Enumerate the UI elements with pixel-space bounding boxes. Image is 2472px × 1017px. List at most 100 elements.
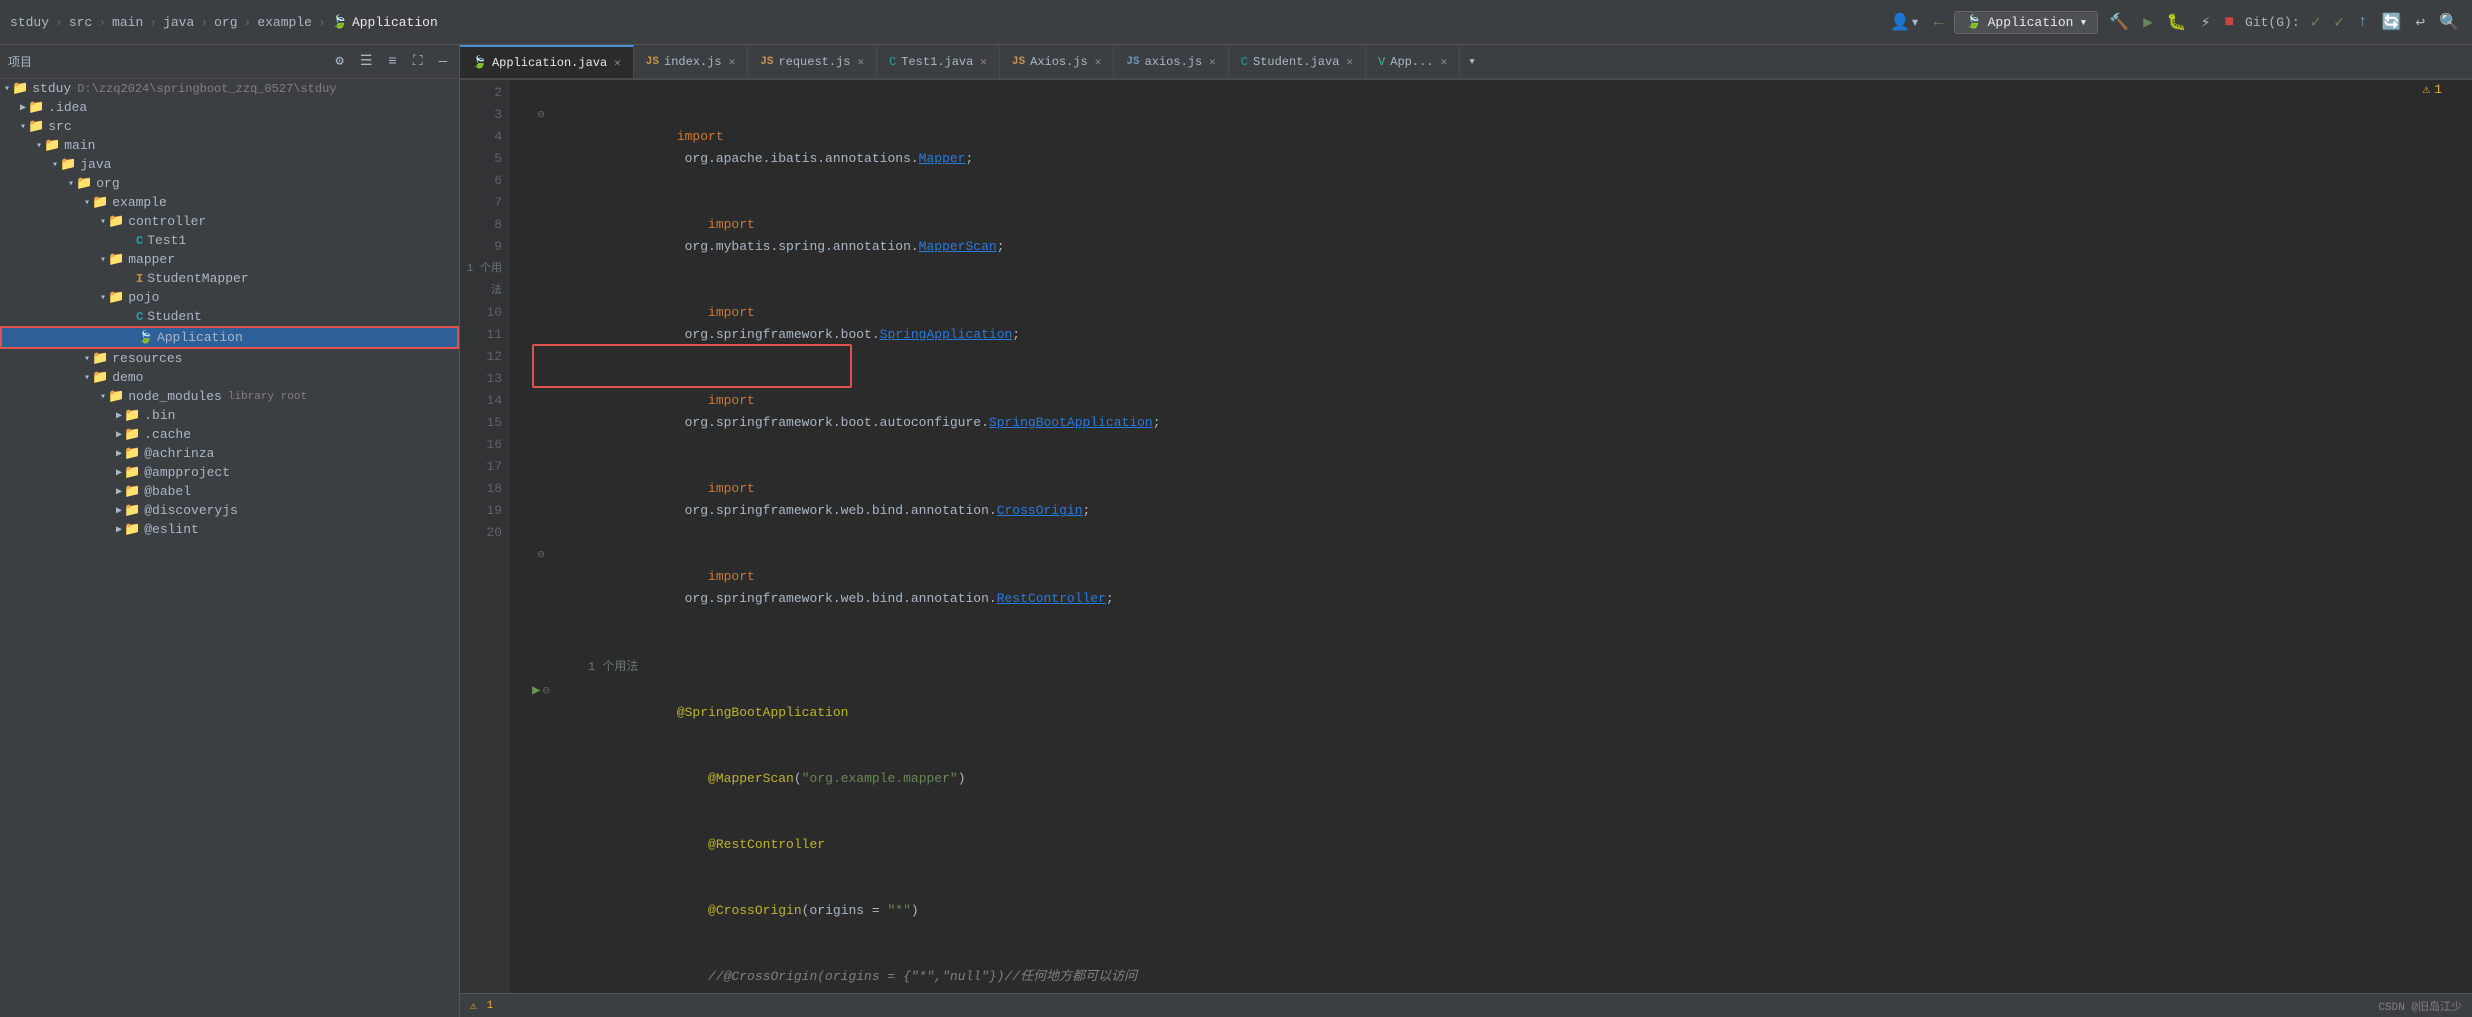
ln-20: 20 — [460, 522, 502, 544]
import-mapperscan-4[interactable]: MapperScan — [919, 239, 997, 254]
search-everywhere-icon[interactable]: 🔍 — [2436, 9, 2462, 35]
babel-folder-icon: 📁 — [124, 484, 140, 499]
fold-btn-8[interactable]: ⊖ — [537, 544, 544, 566]
tree-idea[interactable]: ▶ 📁 .idea — [0, 98, 459, 117]
back-icon[interactable]: ← — [1931, 10, 1947, 34]
controller-label: controller — [128, 214, 206, 229]
breadcrumb: stduy › src › main › java › org › exampl… — [10, 15, 1881, 30]
fold-btn-10[interactable]: ⊖ — [543, 680, 550, 702]
tree-babel[interactable]: ▶ 📁 @babel — [0, 482, 459, 501]
git-undo-icon[interactable]: ↩ — [2412, 9, 2428, 35]
tab-request-js-close[interactable]: ✕ — [857, 55, 864, 69]
discoveryjs-folder-icon: 📁 — [124, 503, 140, 518]
main-folder-icon: 📁 — [44, 138, 60, 153]
tab-axios-js2-close[interactable]: ✕ — [1209, 55, 1216, 69]
git-update-icon[interactable]: 🔄 — [2379, 9, 2405, 35]
tree-ampproject[interactable]: ▶ 📁 @ampproject — [0, 463, 459, 482]
demo-arrow: ▾ — [84, 372, 90, 384]
tree-bin[interactable]: ▶ 📁 .bin — [0, 406, 459, 425]
tab-application-java[interactable]: 🍃 Application.java ✕ — [460, 45, 634, 78]
git-check-1[interactable]: ✓ — [2308, 9, 2324, 35]
tab-index-js[interactable]: JS index.js ✕ — [634, 45, 748, 78]
tree-pojo[interactable]: ▾ 📁 pojo — [0, 288, 459, 307]
breadcrumb-spring-icon: 🍃 — [332, 15, 348, 30]
code-text-9 — [552, 632, 2468, 654]
tree-resources[interactable]: ▾ 📁 resources — [0, 349, 459, 368]
import-path-8: org.springframework.web.bind.annotation. — [677, 591, 997, 606]
idea-arrow: ▶ — [20, 102, 26, 114]
import-mapper-3[interactable]: Mapper — [919, 151, 966, 166]
tree-root[interactable]: ▾ 📁 stduy D:\zzq2024\springboot_zzq_0527… — [0, 79, 459, 98]
import-crossorigin-7[interactable]: CrossOrigin — [997, 503, 1083, 518]
ln-13: 13 — [460, 368, 502, 390]
build-icon[interactable]: 🔨 — [2106, 9, 2132, 35]
stop-icon[interactable]: ■ — [2221, 10, 2237, 34]
import-kw-3: import — [677, 129, 724, 144]
import-restcontroller-8[interactable]: RestController — [997, 591, 1106, 606]
git-label: Git(G): — [2245, 15, 2300, 30]
sidebar-header: 项目 ⚙ ☰ ≡ ⛶ — — [0, 45, 459, 79]
tab-test1-java-close[interactable]: ✕ — [980, 55, 987, 69]
tree-main[interactable]: ▾ 📁 main — [0, 136, 459, 155]
tab-student-java-close[interactable]: ✕ — [1346, 55, 1353, 69]
tree-achrinza[interactable]: ▶ 📁 @achrinza — [0, 444, 459, 463]
profile-icon[interactable]: 👤▾ — [1887, 9, 1923, 35]
tab-axios-js2-label: axios.js — [1145, 55, 1203, 69]
code-line-14: //@CrossOrigin(origins = {"*","null"})//… — [526, 944, 2472, 993]
code-line-3: ⊖ import org.apache.ibatis.annotations.M… — [526, 104, 2472, 192]
run-icon[interactable]: ▶ — [2140, 9, 2156, 35]
tab-app-vue[interactable]: V App... ✕ — [1366, 45, 1460, 78]
code-content[interactable]: ⊖ import org.apache.ibatis.annotations.M… — [510, 80, 2472, 993]
tree-application[interactable]: 🍃 Application — [0, 326, 459, 349]
cache-label: .cache — [144, 427, 191, 442]
tree-src[interactable]: ▾ 📁 src — [0, 117, 459, 136]
tab-app-vue-close[interactable]: ✕ — [1440, 55, 1447, 69]
sidebar-gear-icon[interactable]: ☰ — [356, 51, 377, 72]
tree-studentmapper[interactable]: I StudentMapper — [0, 269, 459, 288]
run-btn-10[interactable]: ▶ — [532, 680, 540, 702]
tree-eslint[interactable]: ▶ 📁 @eslint — [0, 520, 459, 539]
tab-axios-js-close[interactable]: ✕ — [1095, 55, 1102, 69]
tab-student-java[interactable]: C Student.java ✕ — [1229, 45, 1366, 78]
indent-11 — [677, 771, 708, 786]
more-tabs-btn[interactable]: ▾ — [1460, 54, 1484, 69]
tab-test1-java[interactable]: C Test1.java ✕ — [877, 45, 1000, 78]
import-springbootapp-6[interactable]: SpringBootApplication — [989, 415, 1153, 430]
ln-8: 8 — [460, 214, 502, 236]
tree-discoveryjs[interactable]: ▶ 📁 @discoveryjs — [0, 501, 459, 520]
tree-test1[interactable]: C Test1 — [0, 231, 459, 250]
ln-18: 18 — [460, 478, 502, 500]
tree-org[interactable]: ▾ 📁 org — [0, 174, 459, 193]
tab-axios-js2[interactable]: JS axios.js ✕ — [1114, 45, 1228, 78]
debug-icon[interactable]: 🐛 — [2164, 9, 2190, 35]
tab-axios-js[interactable]: JS Axios.js ✕ — [1000, 45, 1114, 78]
run-config-selector[interactable]: 🍃 Application ▾ — [1954, 11, 2098, 34]
tab-index-js-close[interactable]: ✕ — [729, 55, 736, 69]
tree-mapper[interactable]: ▾ 📁 mapper — [0, 250, 459, 269]
resources-folder-icon: 📁 — [92, 351, 108, 366]
coverage-icon[interactable]: ⚡ — [2198, 9, 2214, 35]
tree-cache[interactable]: ▶ 📁 .cache — [0, 425, 459, 444]
tab-request-js[interactable]: JS request.js ✕ — [748, 45, 877, 78]
top-bar-right: 👤▾ ← 🍃 Application ▾ 🔨 ▶ 🐛 ⚡ ■ Git(G): ✓… — [1887, 9, 2462, 35]
sidebar-collapse-icon[interactable]: ≡ — [384, 52, 400, 72]
tab-application-java-close[interactable]: ✕ — [614, 56, 621, 70]
tree-demo[interactable]: ▾ 📁 demo — [0, 368, 459, 387]
git-push-icon[interactable]: ↑ — [2355, 10, 2371, 34]
import-springapp-5[interactable]: SpringApplication — [880, 327, 1013, 342]
tree-node-modules[interactable]: ▾ 📁 node_modules library root — [0, 387, 459, 406]
code-editor[interactable]: 2 3 4 5 6 7 8 9 1 个用法 10 11 12 13 14 15 … — [460, 80, 2472, 993]
tree-java[interactable]: ▾ 📁 java — [0, 155, 459, 174]
git-check-2[interactable]: ✓ — [2331, 9, 2347, 35]
tree-student[interactable]: C Student — [0, 307, 459, 326]
code-content-wrapper: ⊖ import org.apache.ibatis.annotations.M… — [510, 80, 2472, 993]
run-config-label: Application — [1988, 15, 2074, 30]
sidebar-expand-icon[interactable]: ⛶ — [409, 52, 427, 72]
ln-19: 19 — [460, 500, 502, 522]
fold-btn-3[interactable]: ⊖ — [537, 104, 544, 126]
sidebar-close-icon[interactable]: — — [435, 52, 451, 72]
tree-example[interactable]: ▾ 📁 example — [0, 193, 459, 212]
tree-controller[interactable]: ▾ 📁 controller — [0, 212, 459, 231]
sidebar-settings-icon[interactable]: ⚙ — [331, 51, 347, 72]
student-label: Student — [147, 309, 202, 324]
